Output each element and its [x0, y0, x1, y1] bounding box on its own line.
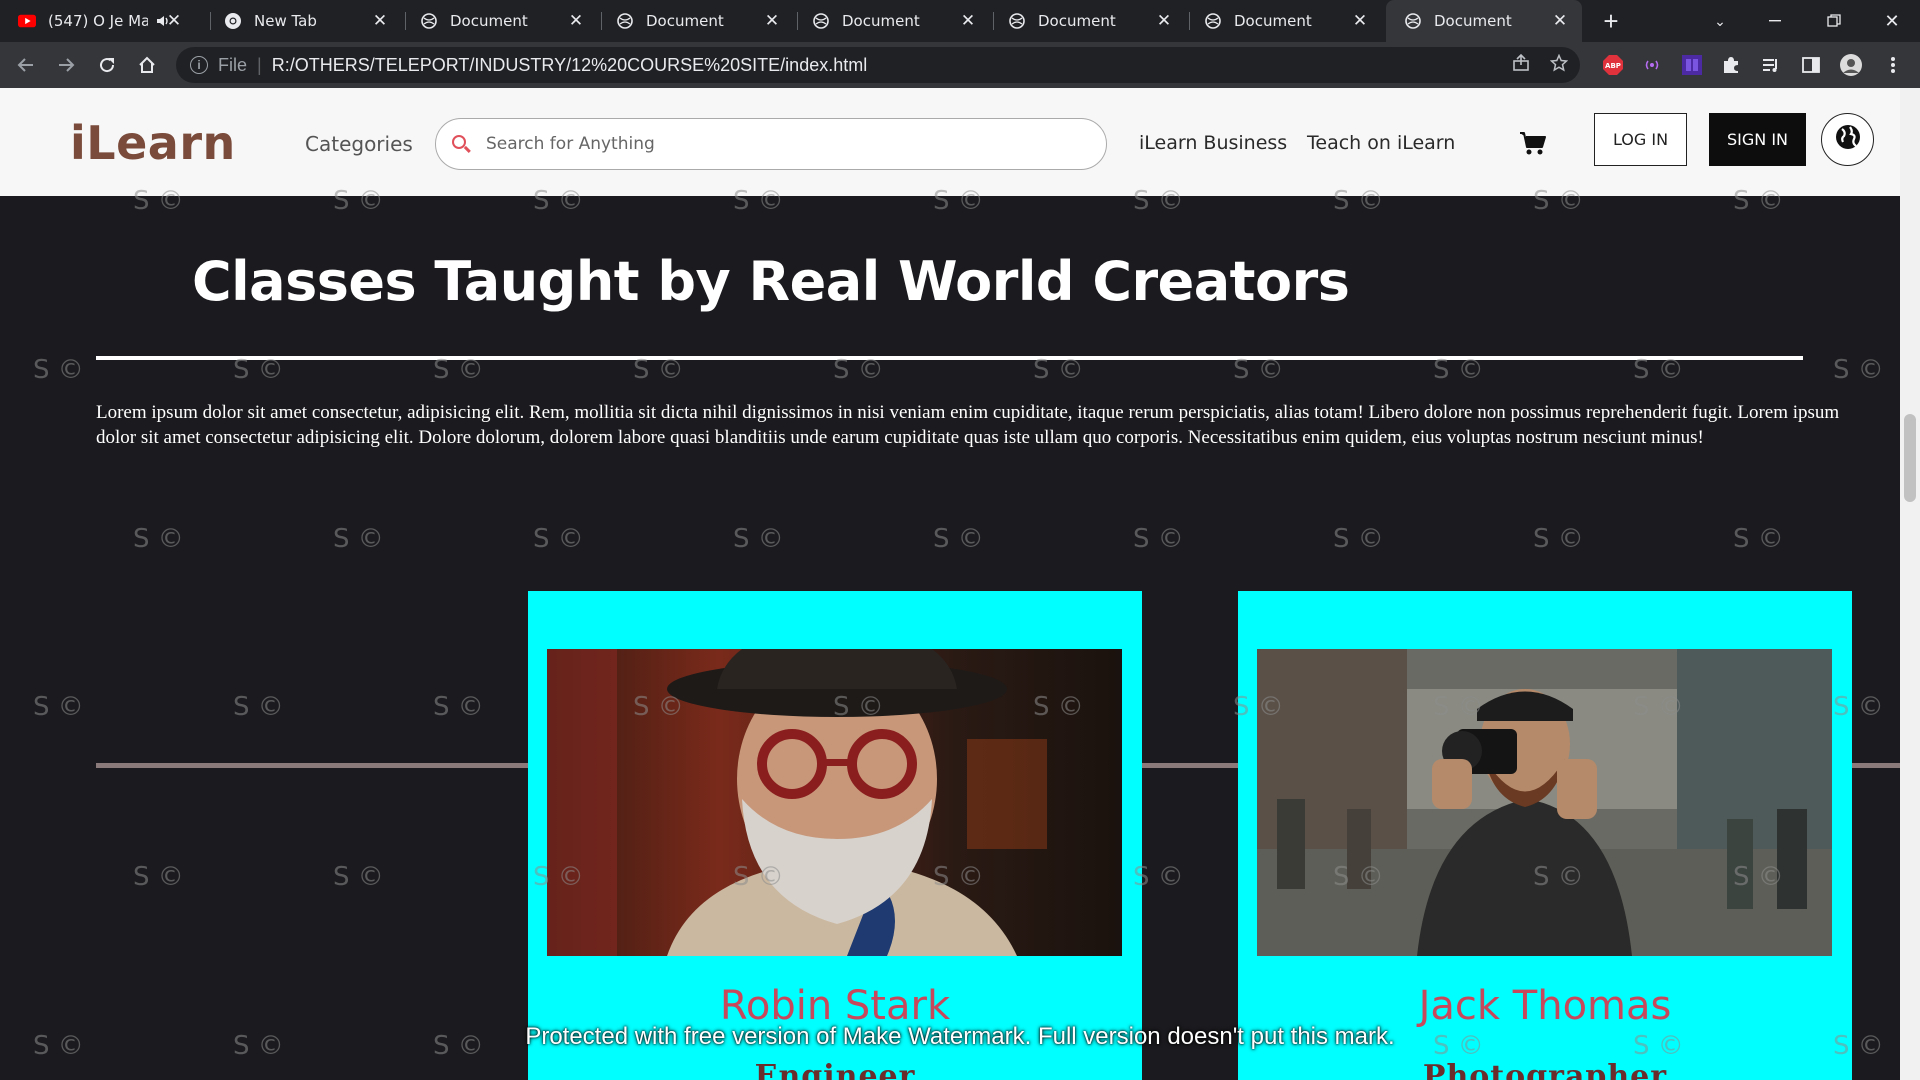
scheme-label: File: [218, 54, 248, 75]
tab-new-tab[interactable]: New Tab ✕: [206, 0, 402, 42]
media-control-icon[interactable]: [1759, 53, 1783, 77]
ilearn-business-link[interactable]: iLearn Business: [1139, 132, 1287, 154]
new-tab-button[interactable]: +: [1591, 0, 1631, 42]
instructor-photo: [1257, 649, 1832, 956]
section-description: Lorem ipsum dolor sit amet consectetur, …: [96, 402, 1840, 448]
instructor-role: Photographer: [1422, 1059, 1668, 1080]
page-viewport: iLearn Categories iLearn Business Teach …: [0, 88, 1900, 1080]
scrollbar-thumb[interactable]: [1904, 414, 1916, 502]
instructor-name: Robin Stark: [719, 983, 951, 1029]
close-icon[interactable]: ✕: [164, 11, 184, 31]
search-bar: [435, 118, 1107, 170]
adblock-icon[interactable]: ABP: [1601, 53, 1625, 77]
language-button[interactable]: [1821, 113, 1874, 166]
search-input[interactable]: [486, 134, 1046, 154]
reload-icon[interactable]: [91, 49, 123, 81]
tab-document[interactable]: Document ✕: [402, 0, 598, 42]
tab-title: Document: [1434, 12, 1512, 30]
globe-icon: [420, 12, 438, 30]
home-icon[interactable]: [131, 49, 163, 81]
close-icon[interactable]: ✕: [1154, 11, 1174, 31]
broadcast-extension-icon[interactable]: [1640, 53, 1664, 77]
tab-youtube[interactable]: (547) O Je Ma ✕: [0, 0, 196, 42]
tab-document-active[interactable]: Document ✕: [1386, 0, 1582, 42]
browser-toolbar: i File | R:/OTHERS/TELEPORT/INDUSTRY/12%…: [0, 42, 1920, 88]
back-icon[interactable]: [10, 49, 42, 81]
section-title: Classes Taught by Real World Creators: [192, 250, 1350, 313]
categories-menu[interactable]: Categories: [305, 132, 413, 156]
extensions-puzzle-icon[interactable]: [1719, 53, 1743, 77]
restore-button[interactable]: [1814, 0, 1854, 42]
divider: |: [257, 54, 262, 75]
tab-title: Document: [450, 12, 528, 30]
instructor-role: Engineer: [754, 1059, 916, 1080]
instructor-card[interactable]: Jack Thomas Photographer: [1238, 591, 1852, 1080]
tab-title: (547) O Je Ma: [48, 12, 148, 30]
page-scrollbar[interactable]: [1900, 88, 1920, 1080]
cart-icon[interactable]: [1518, 128, 1548, 158]
address-bar[interactable]: i File | R:/OTHERS/TELEPORT/INDUSTRY/12%…: [176, 47, 1580, 83]
info-icon[interactable]: i: [190, 56, 208, 74]
close-icon[interactable]: ✕: [958, 11, 978, 31]
instructor-card[interactable]: Robin Stark Engineer: [528, 591, 1142, 1080]
chrome-icon: [224, 12, 242, 30]
instructor-name: Jack Thomas: [1418, 983, 1672, 1029]
browser-menu-icon[interactable]: [1881, 53, 1905, 77]
close-icon[interactable]: ✕: [1350, 11, 1370, 31]
signin-button[interactable]: SIGN IN: [1709, 113, 1806, 166]
bookmark-star-icon[interactable]: [1549, 53, 1569, 77]
site-logo[interactable]: iLearn: [70, 116, 236, 170]
side-panel-icon[interactable]: [1799, 53, 1823, 77]
instructor-photo: [547, 649, 1122, 956]
svg-text:ABP: ABP: [1605, 62, 1621, 70]
browser-tab-strip: (547) O Je Ma ✕ New Tab ✕ Document ✕ Doc…: [0, 0, 1920, 42]
tab-document[interactable]: Document ✕: [598, 0, 794, 42]
close-window-button[interactable]: ✕: [1872, 0, 1912, 42]
tab-title: Document: [842, 12, 920, 30]
tab-title: New Tab: [254, 12, 317, 30]
extension-purple-icon[interactable]: [1680, 53, 1704, 77]
login-button[interactable]: LOG IN: [1594, 113, 1687, 166]
globe-icon: [1404, 12, 1422, 30]
globe-icon: [616, 12, 634, 30]
close-icon[interactable]: ✕: [1550, 11, 1570, 31]
teach-link[interactable]: Teach on iLearn: [1307, 132, 1455, 154]
tab-search-icon[interactable]: ⌄: [1700, 0, 1740, 42]
tab-title: Document: [1234, 12, 1312, 30]
site-header: iLearn Categories iLearn Business Teach …: [0, 88, 1900, 196]
minimize-button[interactable]: [1755, 0, 1795, 42]
youtube-icon: [18, 12, 36, 30]
share-icon[interactable]: [1512, 53, 1530, 77]
title-divider: [96, 356, 1803, 360]
url-text[interactable]: R:/OTHERS/TELEPORT/INDUSTRY/12%20COURSE%…: [272, 55, 868, 76]
close-icon[interactable]: ✕: [566, 11, 586, 31]
forward-icon[interactable]: [50, 49, 82, 81]
close-icon[interactable]: ✕: [762, 11, 782, 31]
tab-document[interactable]: Document ✕: [794, 0, 990, 42]
globe-icon: [1204, 12, 1222, 30]
profile-avatar[interactable]: [1839, 53, 1863, 77]
globe-icon: [1834, 123, 1862, 156]
tab-document[interactable]: Document ✕: [1186, 0, 1382, 42]
globe-icon: [1008, 12, 1026, 30]
search-icon: [450, 133, 472, 155]
close-icon[interactable]: ✕: [370, 11, 390, 31]
tab-title: Document: [1038, 12, 1116, 30]
globe-icon: [812, 12, 830, 30]
tab-document[interactable]: Document ✕: [990, 0, 1186, 42]
tab-title: Document: [646, 12, 724, 30]
